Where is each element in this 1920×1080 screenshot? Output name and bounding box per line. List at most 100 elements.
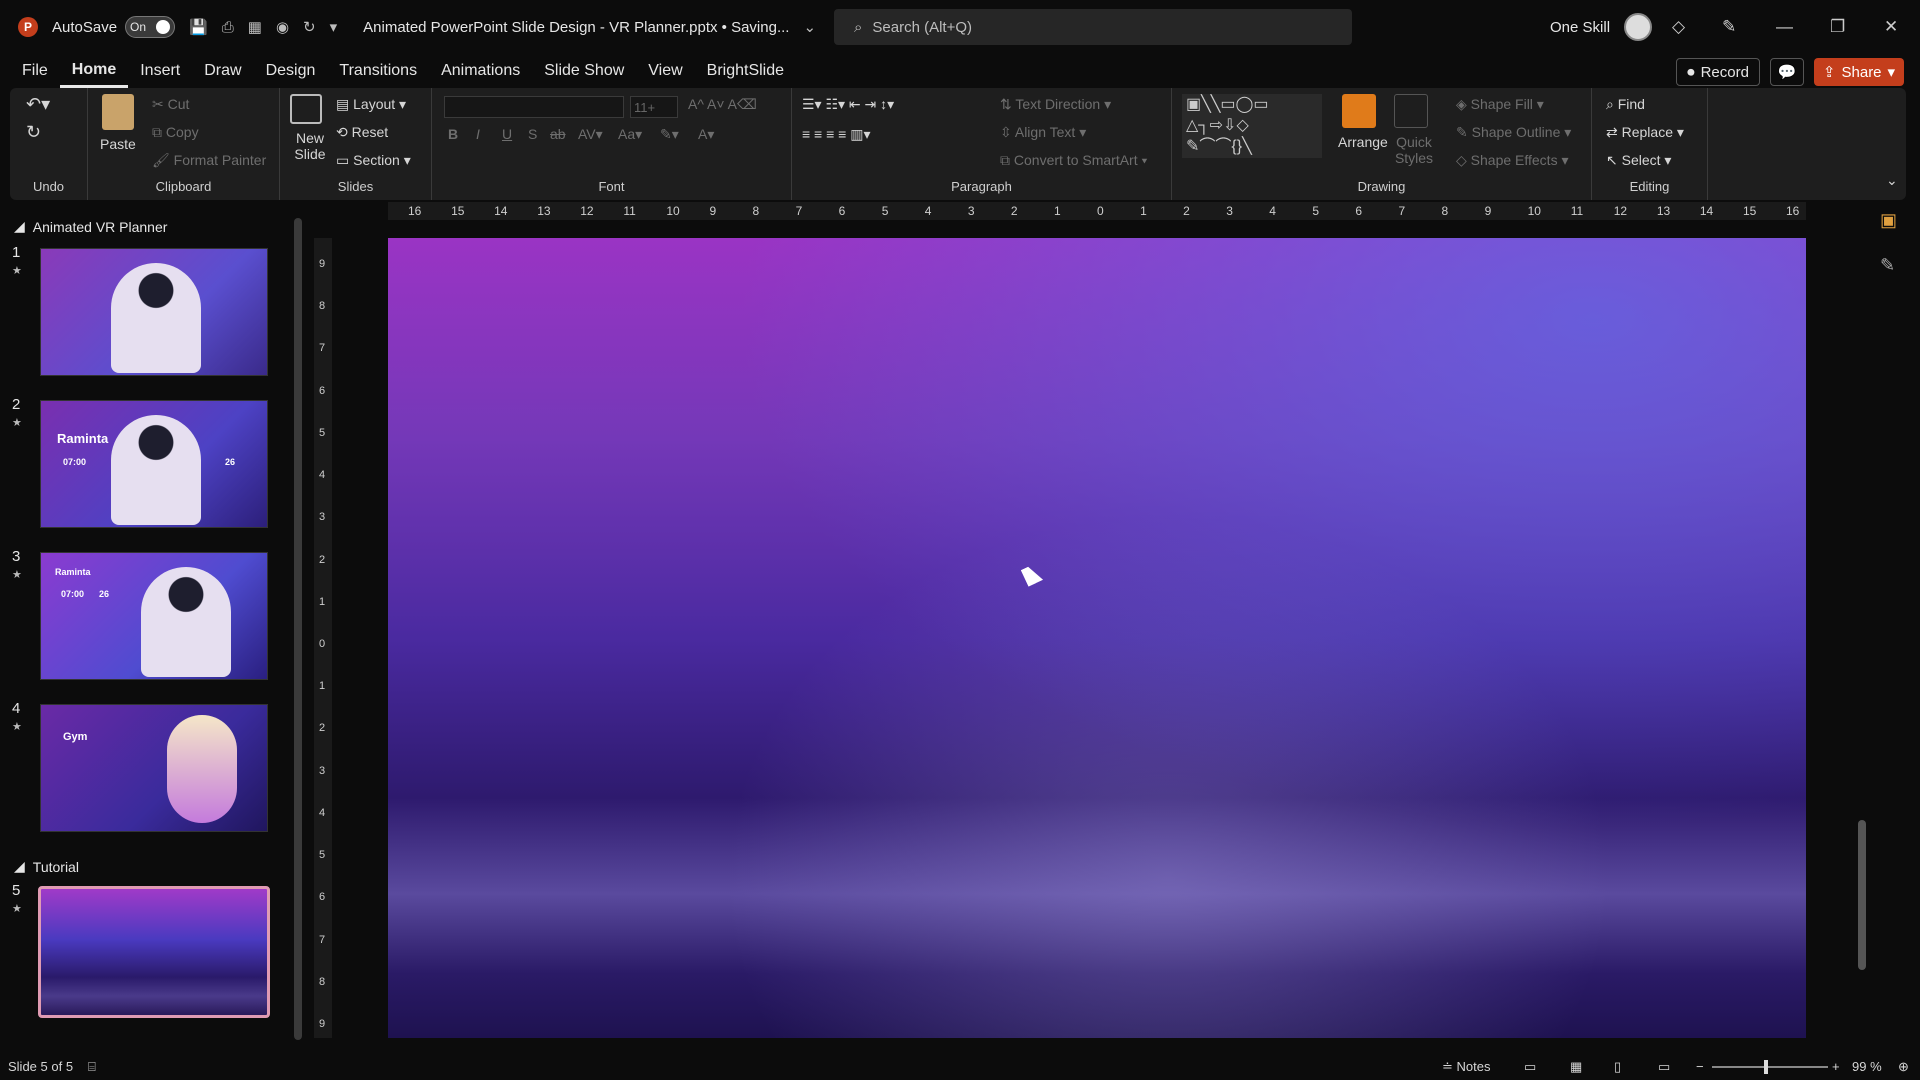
tab-slide-show[interactable]: Slide Show [532,54,636,88]
share-button[interactable]: ⇪ Share ▾ [1814,58,1904,86]
font-name-box[interactable] [444,96,624,118]
format-painter-button[interactable]: 🖌 Format Painter [152,152,266,169]
autosave-toggle[interactable]: On [125,16,176,38]
tab-file[interactable]: File [10,54,60,88]
bold-icon[interactable]: B [448,126,458,142]
align-text-button[interactable]: ⇳ Align Text ▾ [1000,124,1086,141]
quick-styles-button[interactable]: Quick Styles [1394,134,1434,166]
section-button[interactable]: ▭ Section ▾ [336,152,411,169]
document-title[interactable]: Animated PowerPoint Slide Design - VR Pl… [363,19,789,36]
zoom-out-icon[interactable]: − [1696,1059,1704,1074]
shape-outline-button[interactable]: ✎ Shape Outline ▾ [1456,124,1571,141]
accessibility-icon[interactable]: ⌸ [88,1059,96,1075]
align-icons[interactable]: ≡ ≡ ≡ ≡ ▥▾ [802,126,871,143]
underline-icon[interactable]: U [502,126,512,142]
slide-thumbnail-1[interactable] [40,248,268,376]
collapse-icon[interactable]: ◢ [14,858,25,875]
slide-sorter-icon[interactable]: ▦ [1570,1059,1582,1075]
search-box[interactable]: ⌕ Search (Alt+Q) [834,9,1352,45]
find-button[interactable]: ⌕ Find [1606,96,1645,113]
print-icon[interactable]: ⎙ [222,19,234,36]
shape-fill-button[interactable]: ◈ Shape Fill ▾ [1456,96,1544,113]
layout-button[interactable]: ▤ Layout ▾ [336,96,406,113]
avatar[interactable] [1624,13,1653,41]
chevron-down-icon[interactable]: ⌄ [803,18,816,36]
redo-icon[interactable]: ↻ [303,18,316,36]
collapse-ribbon-icon[interactable]: ⌄ [1886,172,1898,189]
user-area[interactable]: One Skill [1550,0,1653,54]
arrange-icon[interactable] [1342,94,1376,128]
bullets-icon[interactable]: ☰▾ ☷▾ ⇤ ⇥ ↕▾ [802,96,894,113]
reset-button[interactable]: ⟲ Reset [336,124,388,141]
minimize-icon[interactable]: — [1776,0,1793,54]
tab-animations[interactable]: Animations [429,54,532,88]
shadow-icon[interactable]: S [528,126,537,142]
canvas-scrollbar[interactable] [1858,218,1866,978]
zoom-slider[interactable] [1712,1060,1828,1074]
change-case-icon[interactable]: Aa▾ [618,126,642,143]
convert-smartart-button[interactable]: ⧉ Convert to SmartArt ▾ [1000,152,1147,169]
slide-thumbnail-2[interactable]: Raminta 07:00 26 [40,400,268,528]
designer-icon[interactable]: ▣ [1880,210,1910,231]
strikethrough-icon[interactable]: ab [550,126,566,142]
new-slide-icon[interactable] [290,94,322,124]
slide-canvas[interactable] [388,238,1806,1038]
text-direction-button[interactable]: ⇅ Text Direction ▾ [1000,96,1111,113]
normal-view-icon[interactable]: ▭ [1524,1059,1536,1075]
pen-icon[interactable]: ✎ [1722,0,1736,54]
shape-effects-button[interactable]: ◇ Shape Effects ▾ [1456,152,1569,169]
scroll-thumb[interactable] [1858,820,1866,970]
zoom-in-icon[interactable]: + [1832,1059,1840,1074]
reading-view-icon[interactable]: ▯ [1614,1059,1621,1075]
italic-icon[interactable]: I [476,126,480,142]
convert-smartart-label: Convert to SmartArt [1013,152,1138,168]
replace-button[interactable]: ⇄ Replace ▾ [1606,124,1684,141]
close-icon[interactable]: ✕ [1884,0,1898,54]
ruler-tick: 4 [319,806,326,819]
slide-thumbnail-5[interactable] [38,886,270,1018]
zoom-slider-thumb[interactable] [1764,1060,1768,1074]
shapes-gallery[interactable]: ▣╲╲▭◯▭ △┐⇨⇩◇ ✎⌒⌒{}╲ [1182,94,1322,158]
tab-brightslide[interactable]: BrightSlide [695,54,796,88]
tab-home[interactable]: Home [59,54,129,88]
redo-icon[interactable]: ↻ [26,122,41,143]
slide-thumbnail-3[interactable]: Raminta 07:00 26 [40,552,268,680]
grow-font-icon[interactable]: A^ A˅ A⌫ [688,96,757,113]
tab-draw[interactable]: Draw [192,54,253,88]
cut-button[interactable]: ✂ Cut [152,96,189,113]
restore-icon[interactable]: ❐ [1830,0,1845,54]
save-icon[interactable]: 💾 [189,18,208,36]
slides-panel-scrollbar[interactable] [294,218,302,1040]
record-button[interactable]: ⏺ Record [1676,58,1760,86]
section-header-1[interactable]: ◢ Animated VR Planner [14,218,167,235]
diamond-icon[interactable]: ◇ [1672,0,1685,54]
layout-icon[interactable]: ▦ [248,18,262,36]
section-header-2[interactable]: ◢ Tutorial [14,858,79,875]
customize-qat-icon[interactable]: ▾ [330,18,338,36]
tab-insert[interactable]: Insert [128,54,192,88]
notes-button[interactable]: ≐ Notes [1442,1059,1490,1075]
slideshow-icon[interactable]: ▭ [1658,1059,1670,1075]
pen-icon[interactable]: ✎ [1880,255,1910,276]
arrange-button[interactable]: Arrange [1338,134,1388,150]
paste-icon[interactable] [102,94,134,130]
tab-transitions[interactable]: Transitions [327,54,429,88]
font-color-icon[interactable]: A▾ [698,126,714,143]
undo-icon[interactable]: ↶▾ [26,94,50,115]
shape-icon[interactable]: ◉ [276,18,289,36]
highlight-icon[interactable]: ✎▾ [660,126,679,143]
collapse-icon[interactable]: ◢ [14,218,25,235]
font-size-box[interactable]: 11+ [630,96,678,118]
quick-styles-icon[interactable] [1394,94,1428,128]
comments-button[interactable]: 💬 [1770,58,1804,86]
select-button[interactable]: ↖ Select ▾ [1606,152,1671,169]
zoom-level[interactable]: 99 % [1852,1059,1882,1074]
fit-slide-icon[interactable]: ⊕ [1898,1059,1909,1075]
tab-design[interactable]: Design [254,54,328,88]
spacing-icon[interactable]: AV▾ [578,126,603,143]
copy-button[interactable]: ⧉ Copy [152,124,199,141]
tab-view[interactable]: View [636,54,694,88]
slide-thumbnail-4[interactable]: Gym [40,704,268,832]
new-slide-button[interactable]: New Slide [290,130,330,162]
paste-button[interactable]: Paste [100,136,136,152]
